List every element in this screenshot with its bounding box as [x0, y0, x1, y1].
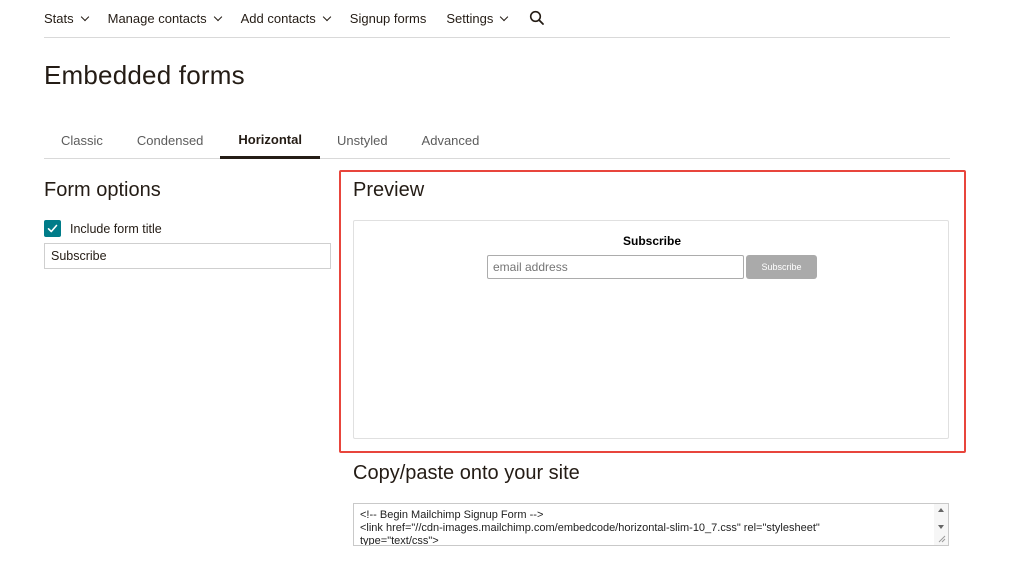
tab-horizontal[interactable]: Horizontal	[220, 122, 320, 159]
preview-frame: Subscribe Subscribe	[353, 220, 949, 439]
tab-condensed[interactable]: Condensed	[120, 122, 221, 158]
resize-grip-icon[interactable]	[938, 535, 946, 543]
nav-item-label: Stats	[44, 11, 74, 26]
form-options-heading: Form options	[44, 179, 161, 201]
tab-advanced[interactable]: Advanced	[405, 122, 497, 158]
include-title-row: Include form title	[44, 220, 162, 237]
chevron-down-icon	[80, 12, 89, 21]
scroll-up-arrow-icon[interactable]	[938, 508, 944, 512]
code-line: <link href="//cdn-images.mailchimp.com/e…	[360, 522, 820, 534]
nav-item-manage-contacts[interactable]: Manage contacts	[107, 0, 222, 38]
chevron-down-icon	[322, 12, 332, 21]
checkmark-icon	[47, 224, 58, 233]
search-icon[interactable]	[529, 10, 545, 26]
embed-code-text: <!-- Begin Mailchimp Signup Form --> <lin…	[354, 504, 948, 546]
nav-item-settings[interactable]: Settings	[446, 0, 509, 38]
preview-email-input[interactable]	[487, 255, 744, 279]
top-nav: Stats Manage contacts Add contacts Signu…	[44, 0, 950, 38]
code-line: <!-- Begin Mailchimp Signup Form -->	[360, 509, 544, 521]
nav-item-label: Add contacts	[240, 11, 316, 26]
form-title-input[interactable]	[44, 243, 331, 269]
tab-classic[interactable]: Classic	[44, 122, 120, 158]
code-line: type="text/css">	[360, 535, 439, 546]
nav-item-label: Settings	[446, 11, 494, 26]
chevron-down-icon	[500, 12, 509, 21]
scroll-down-arrow-icon[interactable]	[938, 525, 944, 529]
tab-unstyled[interactable]: Unstyled	[320, 122, 405, 158]
embed-code-textarea[interactable]: <!-- Begin Mailchimp Signup Form --> <lin…	[353, 503, 949, 546]
page-title: Embedded forms	[44, 60, 245, 90]
nav-item-stats[interactable]: Stats	[44, 0, 89, 38]
chevron-down-icon	[213, 12, 222, 21]
nav-item-label: Manage contacts	[107, 11, 207, 26]
include-title-label: Include form title	[70, 221, 162, 236]
preview-form-title: Subscribe	[622, 234, 682, 248]
nav-item-add-contacts[interactable]: Add contacts	[240, 0, 332, 38]
nav-item-signup-forms[interactable]: Signup forms	[350, 0, 427, 38]
preview-subscribe-button[interactable]: Subscribe	[746, 255, 817, 279]
include-title-checkbox[interactable]	[44, 220, 61, 237]
form-type-tabs: Classic Condensed Horizontal Unstyled Ad…	[44, 122, 950, 159]
copy-paste-heading: Copy/paste onto your site	[353, 462, 580, 484]
nav-item-label: Signup forms	[349, 11, 427, 26]
preview-heading: Preview	[353, 179, 425, 201]
